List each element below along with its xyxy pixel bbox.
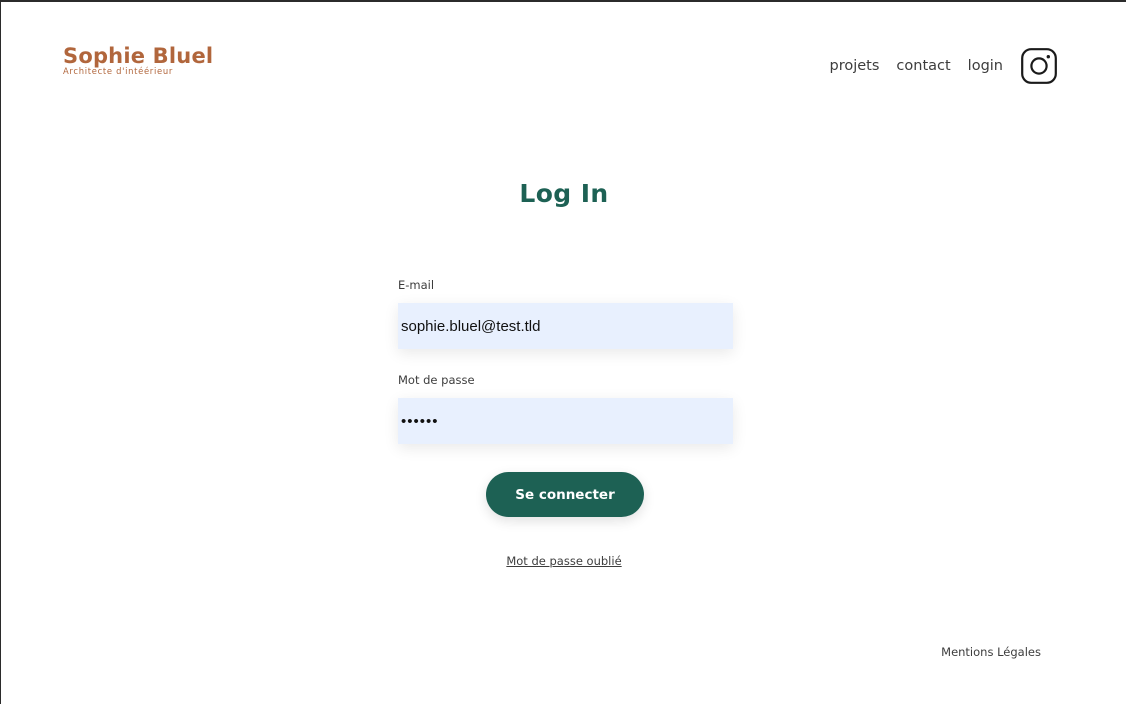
legal-notice-link[interactable]: Mentions Légales [941, 645, 1041, 659]
logo[interactable]: Sophie Bluel Architecte d'intéérieur [63, 44, 214, 77]
password-field[interactable] [398, 398, 733, 444]
nav-projets-link[interactable]: projets [829, 47, 879, 85]
forgot-password-link[interactable]: Mot de passe oublié [506, 554, 621, 568]
login-submit-button[interactable]: Se connecter [486, 472, 644, 517]
logo-title: Sophie Bluel [63, 44, 214, 68]
email-field[interactable] [398, 303, 733, 349]
page-title: Log In [519, 179, 609, 208]
email-label: E-mail [398, 278, 435, 292]
instagram-icon[interactable] [1021, 48, 1057, 84]
nav-login-link[interactable]: login [968, 47, 1003, 85]
main-nav: projets contact login [829, 47, 1057, 85]
nav-contact-link[interactable]: contact [896, 47, 950, 85]
forgot-password-container: Mot de passe oublié [1, 554, 1126, 568]
password-label: Mot de passe [398, 373, 475, 387]
